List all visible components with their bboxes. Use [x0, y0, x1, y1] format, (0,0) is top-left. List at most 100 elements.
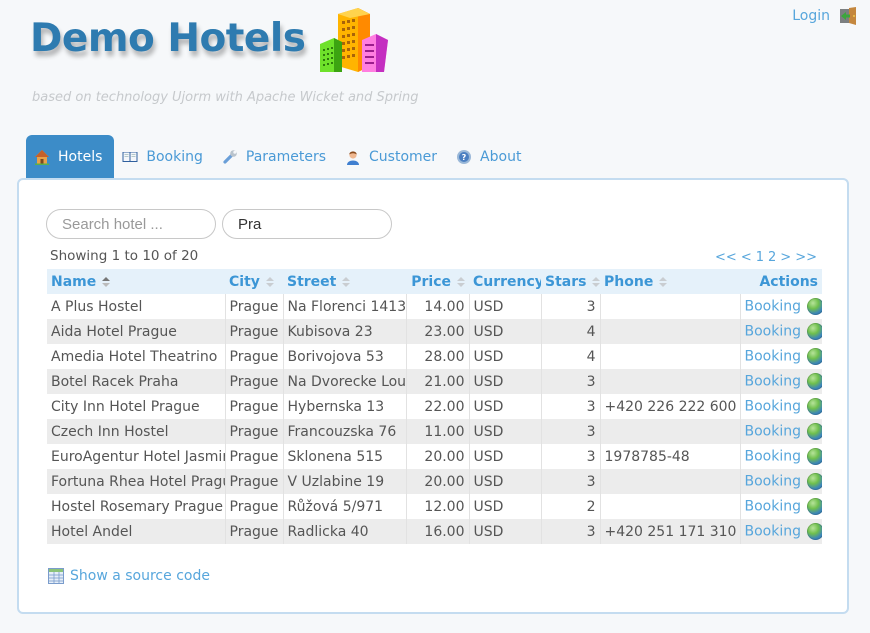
cell-phone — [600, 369, 741, 394]
hotels-panel: Showing 1 to 10 of 20 << < 1 2 > >> Name… — [17, 178, 849, 614]
hotels-table: Name City Street Price Currency Stars Ph… — [47, 269, 822, 544]
cell-stars: 4 — [541, 344, 601, 369]
cell-currency: USD — [469, 444, 542, 469]
sort-icon — [342, 276, 351, 287]
cell-actions: Booking — [740, 444, 822, 469]
cell-city: Prague — [225, 369, 284, 394]
cell-street: Na Dvorecke Louce — [283, 369, 407, 394]
globe-icon[interactable] — [807, 323, 822, 340]
globe-icon[interactable] — [807, 298, 822, 315]
cell-actions: Booking — [740, 369, 822, 394]
cell-price: 20.00 — [406, 469, 470, 494]
table-row: A Plus Hostel Prague Na Florenci 1413/14.0… — [47, 294, 822, 319]
login-link[interactable]: Login — [792, 8, 830, 24]
cell-currency: USD — [469, 394, 542, 419]
user-icon — [347, 151, 360, 165]
cell-name: Aida Hotel Prague — [47, 319, 226, 344]
cell-currency: USD — [469, 344, 542, 369]
cell-currency: USD — [469, 494, 542, 519]
column-header-price[interactable]: Price — [406, 269, 469, 294]
pager-first[interactable]: << — [715, 250, 737, 265]
booking-link[interactable]: Booking — [745, 324, 802, 340]
show-source-link[interactable]: Show a source code — [48, 568, 210, 584]
booking-link[interactable]: Booking — [745, 399, 802, 415]
table-row: City Inn Hotel Prague Prague Hybernska 13 2… — [47, 394, 822, 419]
cell-currency: USD — [469, 369, 542, 394]
cell-street: V Uzlabine 19 — [283, 469, 407, 494]
cell-price: 11.00 — [406, 419, 470, 444]
tab-label: Customer — [369, 149, 438, 165]
booking-link[interactable]: Booking — [745, 499, 802, 515]
hotel-buildings-icon — [320, 8, 388, 72]
tab-parameters[interactable]: Parameters — [214, 135, 337, 179]
cell-actions: Booking — [740, 394, 822, 419]
pager-last[interactable]: >> — [795, 250, 817, 265]
globe-icon[interactable] — [807, 523, 822, 540]
cell-city: Prague — [225, 519, 284, 544]
cell-street: Sklonena 515 — [283, 444, 407, 469]
table-header-row: Name City Street Price Currency Stars Ph… — [47, 269, 822, 294]
booking-link[interactable]: Booking — [745, 299, 802, 315]
pagination: << < 1 2 > >> — [715, 250, 817, 265]
globe-icon[interactable] — [807, 498, 822, 515]
pager-next[interactable]: > — [780, 250, 791, 265]
cell-name: A Plus Hostel — [47, 294, 226, 319]
booking-link[interactable]: Booking — [745, 474, 802, 490]
cell-city: Prague — [225, 494, 284, 519]
help-icon: ? — [457, 150, 472, 164]
pager-page-2[interactable]: 2 — [768, 250, 776, 265]
cell-currency: USD — [469, 294, 542, 319]
pager-prev[interactable]: < — [741, 250, 752, 265]
cell-phone — [600, 419, 741, 444]
booking-link[interactable]: Booking — [745, 424, 802, 440]
tab-booking[interactable]: Booking — [114, 135, 214, 179]
tab-about[interactable]: ? About — [448, 135, 532, 179]
column-header-phone[interactable]: Phone — [600, 269, 740, 294]
tab-hotels[interactable]: Hotels — [26, 135, 115, 179]
cell-city: Prague — [225, 444, 284, 469]
column-header-street[interactable]: Street — [283, 269, 406, 294]
booking-link[interactable]: Booking — [745, 524, 802, 540]
cell-name: Hostel Rosemary Prague — [47, 494, 226, 519]
column-header-city[interactable]: City — [225, 269, 283, 294]
table-row: Aida Hotel Prague Prague Kubisova 23 23.00 U… — [47, 319, 822, 344]
cell-street: Hybernska 13 — [283, 394, 407, 419]
cell-city: Prague — [225, 469, 284, 494]
cell-phone — [600, 494, 741, 519]
cell-price: 28.00 — [406, 344, 470, 369]
column-header-name[interactable]: Name — [47, 269, 225, 294]
search-city-input[interactable] — [222, 209, 392, 239]
cell-stars: 3 — [541, 519, 601, 544]
cell-stars: 3 — [541, 419, 601, 444]
cell-name: EuroAgentur Hotel Jasmin — [47, 444, 226, 469]
booking-link[interactable]: Booking — [745, 449, 802, 465]
search-hotel-input[interactable] — [46, 209, 216, 239]
cell-name: Hotel Andel — [47, 519, 226, 544]
cell-price: 23.00 — [406, 319, 470, 344]
globe-icon[interactable] — [807, 473, 822, 490]
booking-link[interactable]: Booking — [745, 374, 802, 390]
globe-icon[interactable] — [807, 448, 822, 465]
cell-stars: 3 — [541, 444, 601, 469]
sort-icon — [102, 276, 111, 287]
cell-city: Prague — [225, 344, 284, 369]
globe-icon[interactable] — [807, 373, 822, 390]
pager-page-1[interactable]: 1 — [756, 250, 764, 265]
cell-stars: 3 — [541, 294, 601, 319]
cell-price: 22.00 — [406, 394, 470, 419]
globe-icon[interactable] — [807, 398, 822, 415]
booking-link[interactable]: Booking — [745, 349, 802, 365]
table-icon — [48, 568, 64, 584]
cell-name: Czech Inn Hostel — [47, 419, 226, 444]
cell-price: 12.00 — [406, 494, 470, 519]
cell-street: Borivojova 53 — [283, 344, 407, 369]
cell-price: 16.00 — [406, 519, 470, 544]
sort-icon — [457, 276, 465, 287]
globe-icon[interactable] — [807, 423, 822, 440]
column-header-stars[interactable]: Stars — [541, 269, 600, 294]
globe-icon[interactable] — [807, 348, 822, 365]
show-source-label: Show a source code — [70, 568, 210, 584]
cell-name: Amedia Hotel Theatrino — [47, 344, 226, 369]
tab-customer[interactable]: Customer — [337, 135, 448, 179]
door-exit-icon[interactable] — [839, 7, 858, 25]
